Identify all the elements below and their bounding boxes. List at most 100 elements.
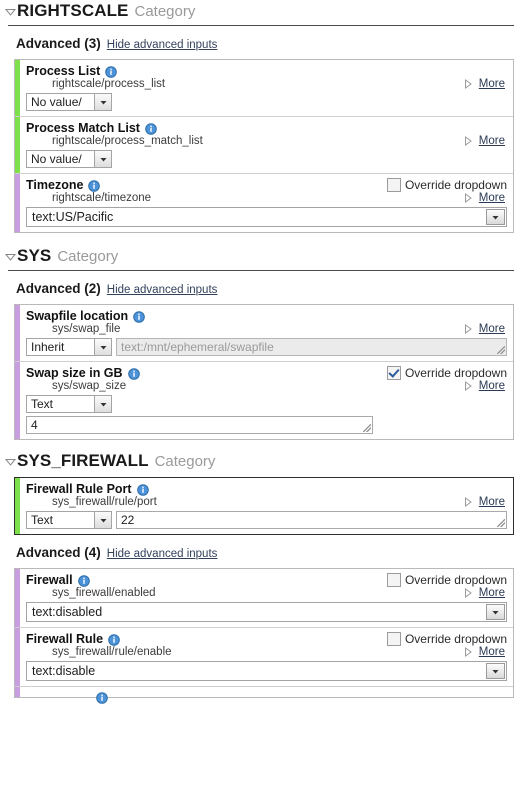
input-label: Timezone bbox=[26, 178, 101, 192]
more-link[interactable]: More bbox=[479, 78, 505, 90]
dropdown-value: No value/ bbox=[31, 152, 82, 166]
input-row-process-match-list: Process Match List rightscale/process_ma… bbox=[15, 117, 513, 174]
more-control[interactable]: More bbox=[464, 587, 505, 599]
dropdown-value: Text bbox=[31, 397, 54, 411]
info-icon[interactable] bbox=[96, 692, 108, 704]
hide-advanced-inputs-link[interactable]: Hide advanced inputs bbox=[107, 548, 218, 560]
input-label-text: Firewall Rule Port bbox=[26, 482, 132, 496]
inputs-panel-sys-firewall: Firewall Override dropdown sys_firewall/… bbox=[14, 568, 514, 704]
advanced-label: Advanced (2) bbox=[16, 281, 101, 296]
dropdown-value: No value/ bbox=[31, 95, 82, 109]
override-dropdown-checkbox[interactable] bbox=[386, 178, 401, 192]
more-control[interactable]: More bbox=[464, 646, 505, 658]
input-label: Firewall bbox=[26, 573, 90, 587]
triangle-right-icon bbox=[464, 193, 472, 203]
override-dropdown-control[interactable]: Override dropdown bbox=[386, 366, 507, 380]
info-icon[interactable] bbox=[127, 368, 140, 380]
more-control[interactable]: More bbox=[464, 496, 505, 508]
advanced-text: Advanced bbox=[16, 545, 81, 560]
triangle-right-icon bbox=[464, 497, 472, 507]
swap-size-textarea[interactable]: 4 bbox=[26, 416, 373, 434]
chevron-down-icon[interactable] bbox=[94, 396, 111, 412]
more-control[interactable]: More bbox=[464, 380, 505, 392]
triangle-right-icon bbox=[464, 647, 472, 657]
firewall-rule-select[interactable]: text:disable bbox=[26, 661, 507, 681]
override-dropdown-label: Override dropdown bbox=[404, 573, 507, 587]
timezone-select[interactable]: text:US/Pacific bbox=[26, 207, 507, 227]
select-value: text:disable bbox=[32, 664, 96, 678]
category-name: SYS_FIREWALL bbox=[17, 451, 149, 470]
triangle-right-icon bbox=[464, 588, 472, 598]
more-link[interactable]: More bbox=[479, 646, 505, 658]
chevron-down-icon[interactable] bbox=[486, 663, 505, 679]
more-link[interactable]: More bbox=[479, 323, 505, 335]
override-dropdown-control[interactable]: Override dropdown bbox=[386, 632, 507, 646]
input-row-process-list: Process List rightscale/process_list Mor… bbox=[15, 60, 513, 117]
override-dropdown-control[interactable]: Override dropdown bbox=[386, 178, 507, 192]
swapfile-location-textarea[interactable]: text:/mnt/ephemeral/swapfile bbox=[116, 338, 507, 356]
hide-advanced-inputs-link[interactable]: Hide advanced inputs bbox=[107, 284, 218, 296]
more-control[interactable]: More bbox=[464, 78, 505, 90]
advanced-count: (3) bbox=[84, 36, 101, 51]
firewall-select[interactable]: text:disabled bbox=[26, 602, 507, 622]
input-path: sys_firewall/enabled bbox=[52, 587, 156, 599]
info-icon[interactable] bbox=[88, 180, 101, 192]
input-label-text: Process Match List bbox=[26, 121, 140, 135]
chevron-down-icon[interactable] bbox=[94, 151, 111, 167]
category-header-sys[interactable]: SYS Category bbox=[0, 245, 522, 269]
more-link[interactable]: More bbox=[479, 135, 505, 147]
override-dropdown-checkbox[interactable] bbox=[386, 632, 401, 646]
input-path: sys_firewall/rule/enable bbox=[52, 646, 172, 658]
more-link[interactable]: More bbox=[479, 587, 505, 599]
info-icon[interactable] bbox=[105, 66, 118, 78]
more-control[interactable]: More bbox=[464, 192, 505, 204]
override-dropdown-checkbox[interactable] bbox=[386, 573, 401, 587]
triangle-down-icon[interactable] bbox=[3, 0, 17, 24]
override-dropdown-control[interactable]: Override dropdown bbox=[386, 573, 507, 587]
input-row-timezone: Timezone Override dropdown rightscale/ti… bbox=[15, 174, 513, 232]
chevron-down-icon[interactable] bbox=[94, 512, 111, 528]
value-type-dropdown[interactable]: Inherit bbox=[26, 338, 112, 356]
chevron-down-icon[interactable] bbox=[94, 339, 111, 355]
triangle-right-icon bbox=[464, 381, 472, 391]
category-header-rightscale[interactable]: RIGHTSCALE Category bbox=[0, 0, 522, 24]
value-type-dropdown[interactable]: Text bbox=[26, 395, 112, 413]
triangle-right-icon bbox=[464, 79, 472, 89]
category-header-sys-firewall[interactable]: SYS_FIREWALL Category bbox=[0, 450, 522, 474]
chevron-down-icon[interactable] bbox=[486, 604, 505, 620]
value-type-dropdown[interactable]: Text bbox=[26, 511, 112, 529]
input-row-partial bbox=[15, 687, 513, 704]
more-control[interactable]: More bbox=[464, 135, 505, 147]
more-link[interactable]: More bbox=[479, 192, 505, 204]
hide-advanced-inputs-link[interactable]: Hide advanced inputs bbox=[107, 39, 218, 51]
input-row-firewall-rule: Firewall Rule Override dropdown sys_fire… bbox=[15, 628, 513, 687]
advanced-row-sys-firewall: Advanced (4) Hide advanced inputs bbox=[0, 535, 522, 568]
chevron-down-icon[interactable] bbox=[486, 209, 505, 225]
info-icon[interactable] bbox=[136, 484, 149, 496]
input-row-firewall-rule-port: Firewall Rule Port sys_firewall/rule/por… bbox=[15, 478, 513, 534]
triangle-down-icon[interactable] bbox=[3, 245, 17, 269]
info-icon[interactable] bbox=[77, 575, 90, 587]
info-icon[interactable] bbox=[108, 634, 120, 646]
triangle-down-icon[interactable] bbox=[3, 450, 17, 474]
advanced-text: Advanced bbox=[16, 281, 81, 296]
advanced-count: (4) bbox=[84, 545, 101, 560]
advanced-text: Advanced bbox=[16, 36, 81, 51]
more-link[interactable]: More bbox=[479, 496, 505, 508]
firewall-rule-port-textarea[interactable]: 22 bbox=[116, 511, 507, 529]
override-dropdown-checkbox[interactable] bbox=[386, 366, 401, 380]
category-suffix: Category bbox=[57, 248, 119, 265]
override-dropdown-label: Override dropdown bbox=[404, 632, 507, 646]
value-type-dropdown[interactable]: No value/ bbox=[26, 150, 112, 168]
advanced-row-rightscale: Advanced (3) Hide advanced inputs bbox=[0, 26, 522, 59]
value-type-dropdown[interactable]: No value/ bbox=[26, 93, 112, 111]
more-link[interactable]: More bbox=[479, 380, 505, 392]
input-label-text: Timezone bbox=[26, 178, 84, 192]
category-name: RIGHTSCALE bbox=[17, 1, 129, 20]
override-dropdown-label: Override dropdown bbox=[404, 178, 507, 192]
input-path: sys_firewall/rule/port bbox=[52, 496, 157, 508]
info-icon[interactable] bbox=[145, 123, 157, 135]
more-control[interactable]: More bbox=[464, 323, 505, 335]
info-icon[interactable] bbox=[133, 311, 145, 323]
chevron-down-icon[interactable] bbox=[94, 94, 111, 110]
